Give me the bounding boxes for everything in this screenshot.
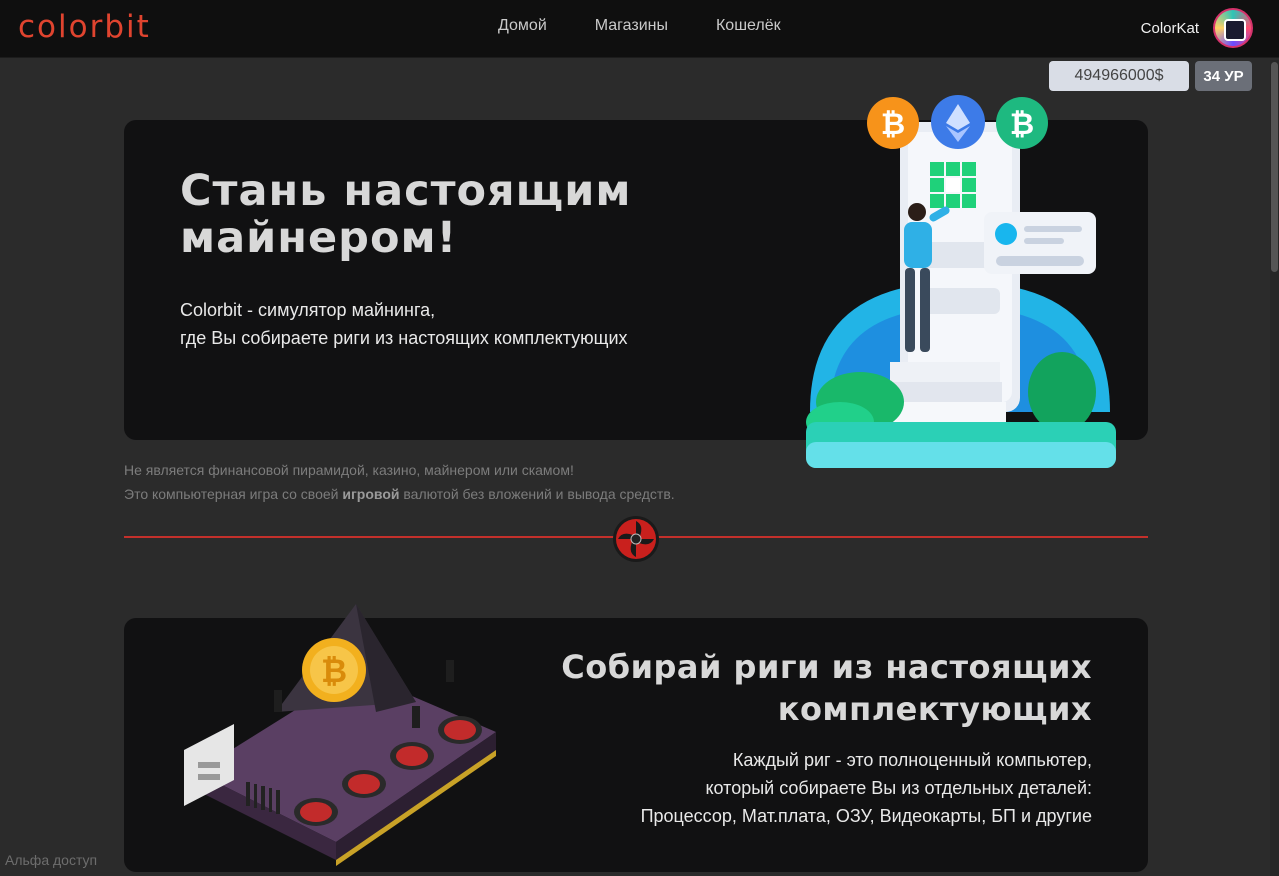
- disclaimer-line: Это компьютерная игра со своей игровой в…: [124, 482, 675, 506]
- hero-title: Стань настоящим майнером!: [180, 168, 631, 262]
- svg-text:₿: ₿: [321, 652, 347, 690]
- feature-text: Каждый риг - это полноценный компьютер, …: [641, 746, 1092, 830]
- ethereum-icon: [930, 94, 986, 154]
- colorbit-logo[interactable]: colorbit: [18, 9, 198, 50]
- feature-text-line: который собираете Вы из отдельных детале…: [705, 778, 1092, 798]
- feature-title: Собирай риги из настоящих комплектующих: [561, 646, 1092, 730]
- disclaimer-line: Не является финансовой пирамидой, казино…: [124, 462, 574, 478]
- feature-title-line: комплектующих: [777, 690, 1092, 728]
- hero-subtitle-line: Colorbit - симулятор майнинга,: [180, 300, 436, 320]
- username[interactable]: ColorKat: [1141, 20, 1199, 37]
- feature-title-line: Собирай риги из настоящих: [561, 648, 1092, 686]
- page: colorbit Домой Магазины Кошелёк ColorKat…: [0, 0, 1279, 876]
- balance-badge: 494966000$: [1049, 61, 1189, 91]
- nav-wallet[interactable]: Кошелёк: [716, 17, 781, 35]
- disclaimer-text: Это компьютерная игра со своей: [124, 486, 343, 502]
- feature-text-line: Процессор, Мат.плата, ОЗУ, Видеокарты, Б…: [640, 806, 1092, 826]
- hero-title-line: Стань настоящим: [180, 166, 632, 216]
- nav-shops[interactable]: Магазины: [595, 17, 668, 35]
- gpu-mining-illustration: ₿: [176, 602, 516, 876]
- top-navbar: colorbit Домой Магазины Кошелёк ColorKat: [0, 0, 1279, 58]
- disclaimer-bold: игровой: [342, 486, 400, 502]
- svg-text:colorbit: colorbit: [18, 10, 151, 45]
- scrollbar-thumb[interactable]: [1271, 62, 1278, 272]
- svg-text:₿: ₿: [1010, 107, 1034, 142]
- hero-title-line: майнером!: [180, 213, 458, 263]
- feature-text-line: Каждый риг - это полноценный компьютер,: [732, 750, 1092, 770]
- main-nav: Домой Магазины Кошелёк: [498, 17, 829, 35]
- alpha-access-label: Альфа доступ: [5, 852, 98, 868]
- svg-text:₿: ₿: [881, 107, 905, 142]
- disclaimer-text: валютой без вложений и вывода средств.: [399, 486, 675, 502]
- bitcoin-cash-icon: ₿: [995, 96, 1049, 154]
- hero-subtitle-line: где Вы собираете риги из настоящих компл…: [180, 328, 628, 348]
- user-menu[interactable]: ColorKat: [1141, 8, 1253, 48]
- level-badge: 34 УР: [1195, 61, 1252, 91]
- avatar[interactable]: [1213, 8, 1253, 48]
- disclaimer: Не является финансовой пирамидой, казино…: [124, 458, 675, 506]
- nav-home[interactable]: Домой: [498, 17, 547, 35]
- fan-icon: [611, 514, 661, 568]
- bitcoin-icon: ₿: [866, 96, 920, 154]
- hero-subtitle: Colorbit - симулятор майнинга, где Вы со…: [180, 296, 628, 352]
